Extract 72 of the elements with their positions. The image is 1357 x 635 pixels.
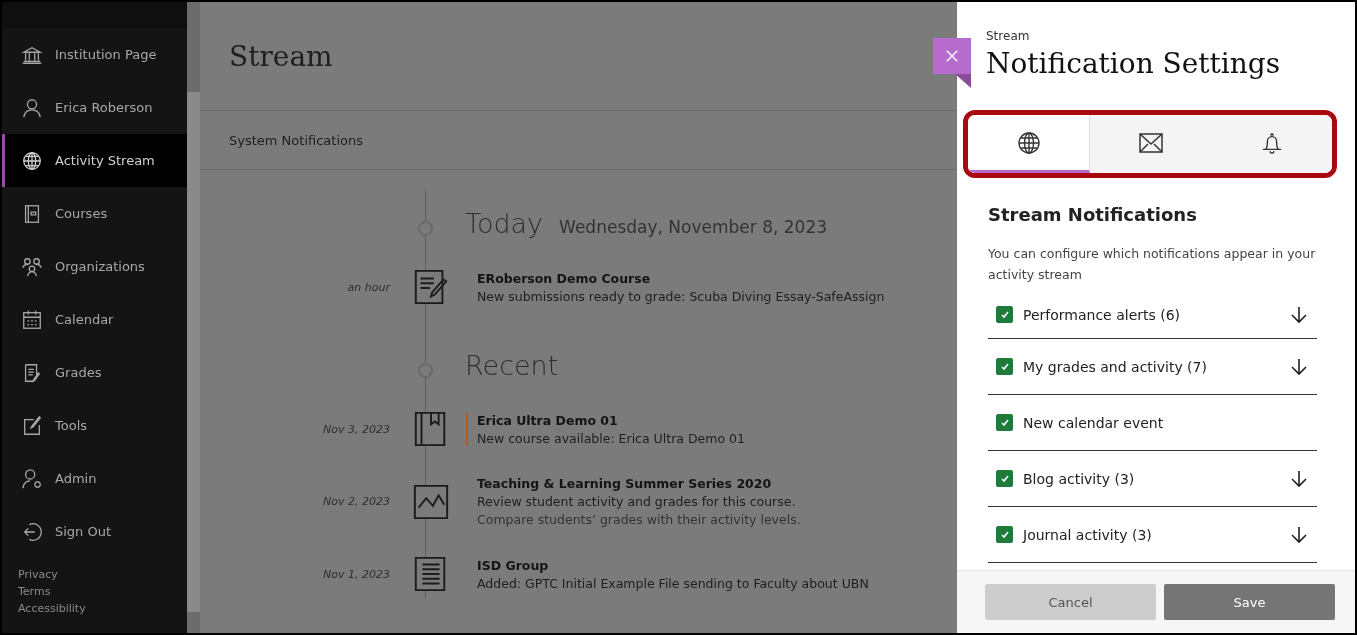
entry-title[interactable]: Erica Ultra Demo 01 — [477, 412, 745, 428]
checkmark-icon — [999, 309, 1010, 320]
sidebar-item[interactable]: Calendar — [2, 293, 187, 346]
footer-link[interactable]: Accessibility — [18, 602, 187, 615]
entry-time: Nov 3, 2023 — [322, 422, 390, 436]
option-label[interactable]: Performance alerts (6) — [1023, 306, 1281, 323]
arrow-down-icon[interactable] — [1291, 305, 1307, 324]
person-gear-icon — [21, 467, 43, 490]
option-label[interactable]: Blog activity (3) — [1023, 470, 1281, 487]
ribbon-fold — [955, 74, 971, 88]
checkbox[interactable] — [996, 414, 1013, 431]
globe-icon — [1016, 130, 1041, 155]
option-label[interactable]: My grades and activity (7) — [1023, 358, 1281, 375]
entry-time: Nov 2, 2023 — [322, 495, 390, 508]
envelope-icon — [1138, 132, 1163, 153]
entry-text: New submissions ready to grade: Scuba Diving Essay-SafeAssign — [477, 288, 885, 304]
line-chart-icon — [412, 482, 450, 521]
description-text: You can configure which notifications appear in your activity stream — [988, 245, 1317, 284]
checkmark-icon — [999, 473, 1010, 484]
breadcrumb: Stream — [986, 29, 1031, 43]
checkbox[interactable] — [996, 306, 1013, 323]
calendar-icon — [21, 308, 43, 331]
page-title: Stream — [229, 39, 333, 73]
arrow-down-icon[interactable] — [1291, 357, 1307, 376]
sidebar-item[interactable]: Activity Stream — [2, 134, 187, 187]
entry-time: Nov 1, 2023 — [322, 567, 390, 581]
checkbox[interactable] — [996, 526, 1013, 543]
scrollbar[interactable] — [187, 2, 200, 633]
checkmark-icon — [999, 361, 1010, 372]
arrow-down-icon[interactable] — [1291, 469, 1307, 488]
entry-title[interactable]: Teaching & Learning Summer Series 2020 — [477, 476, 801, 491]
footer-link[interactable]: Privacy — [18, 568, 187, 581]
panel-title: Notification Settings — [986, 47, 1282, 80]
close-icon — [945, 49, 959, 63]
entry-text: Review student activity and grades for this course. — [477, 494, 797, 509]
option-label[interactable]: New calendar event — [1023, 414, 1317, 431]
entry-text: Compare students’ grades with their activity levels. — [477, 512, 801, 527]
checkbox[interactable] — [996, 358, 1013, 375]
section-heading: Today — [465, 208, 544, 239]
sign-out-icon — [21, 520, 43, 543]
option-label[interactable]: Journal activity (3) — [1023, 526, 1281, 543]
document-pencil-icon — [412, 268, 450, 306]
entry-text: New course available: Erica Ultra Demo 01 — [477, 430, 745, 446]
bell-icon — [1260, 130, 1283, 155]
entry-time: an hour — [346, 280, 390, 294]
entry-title[interactable]: ISD Group — [477, 557, 869, 573]
section-title: Stream Notifications — [988, 204, 1198, 225]
sidebar-item[interactable]: Admin — [2, 452, 187, 505]
filter-link[interactable]: System Notifications — [229, 132, 363, 148]
scrollbar-thumb[interactable] — [187, 92, 200, 612]
checkbox[interactable] — [996, 470, 1013, 487]
save-button[interactable]: Save — [1164, 584, 1335, 620]
entry-title[interactable]: ERoberson Demo Course — [477, 270, 885, 286]
sidebar-item[interactable]: Tools — [2, 399, 187, 452]
sidebar-item[interactable]: Erica Roberson — [2, 81, 187, 134]
sidebar-item[interactable]: Courses — [2, 187, 187, 240]
entry-text: Added: GPTC Initial Example File sending to Faculty about UBN — [477, 575, 869, 591]
globe-icon — [21, 149, 43, 172]
people-group-icon — [21, 255, 43, 278]
tab[interactable] — [968, 115, 1090, 173]
checkmark-icon — [999, 417, 1010, 428]
sidebar-item[interactable]: Grades — [2, 346, 187, 399]
checkmark-icon — [999, 529, 1010, 540]
sidebar-item[interactable]: Organizations — [2, 240, 187, 293]
sidebar-item[interactable]: Institution Page — [2, 28, 187, 81]
person-icon — [21, 96, 43, 119]
sidebar-item[interactable]: Sign Out — [2, 505, 187, 558]
section-heading: Recent — [465, 350, 559, 381]
section-date: Wednesday, November 8, 2023 — [559, 217, 828, 237]
cancel-button[interactable]: Cancel — [985, 584, 1156, 620]
arrow-down-icon[interactable] — [1291, 525, 1307, 544]
footer-link[interactable]: Terms — [18, 585, 187, 598]
